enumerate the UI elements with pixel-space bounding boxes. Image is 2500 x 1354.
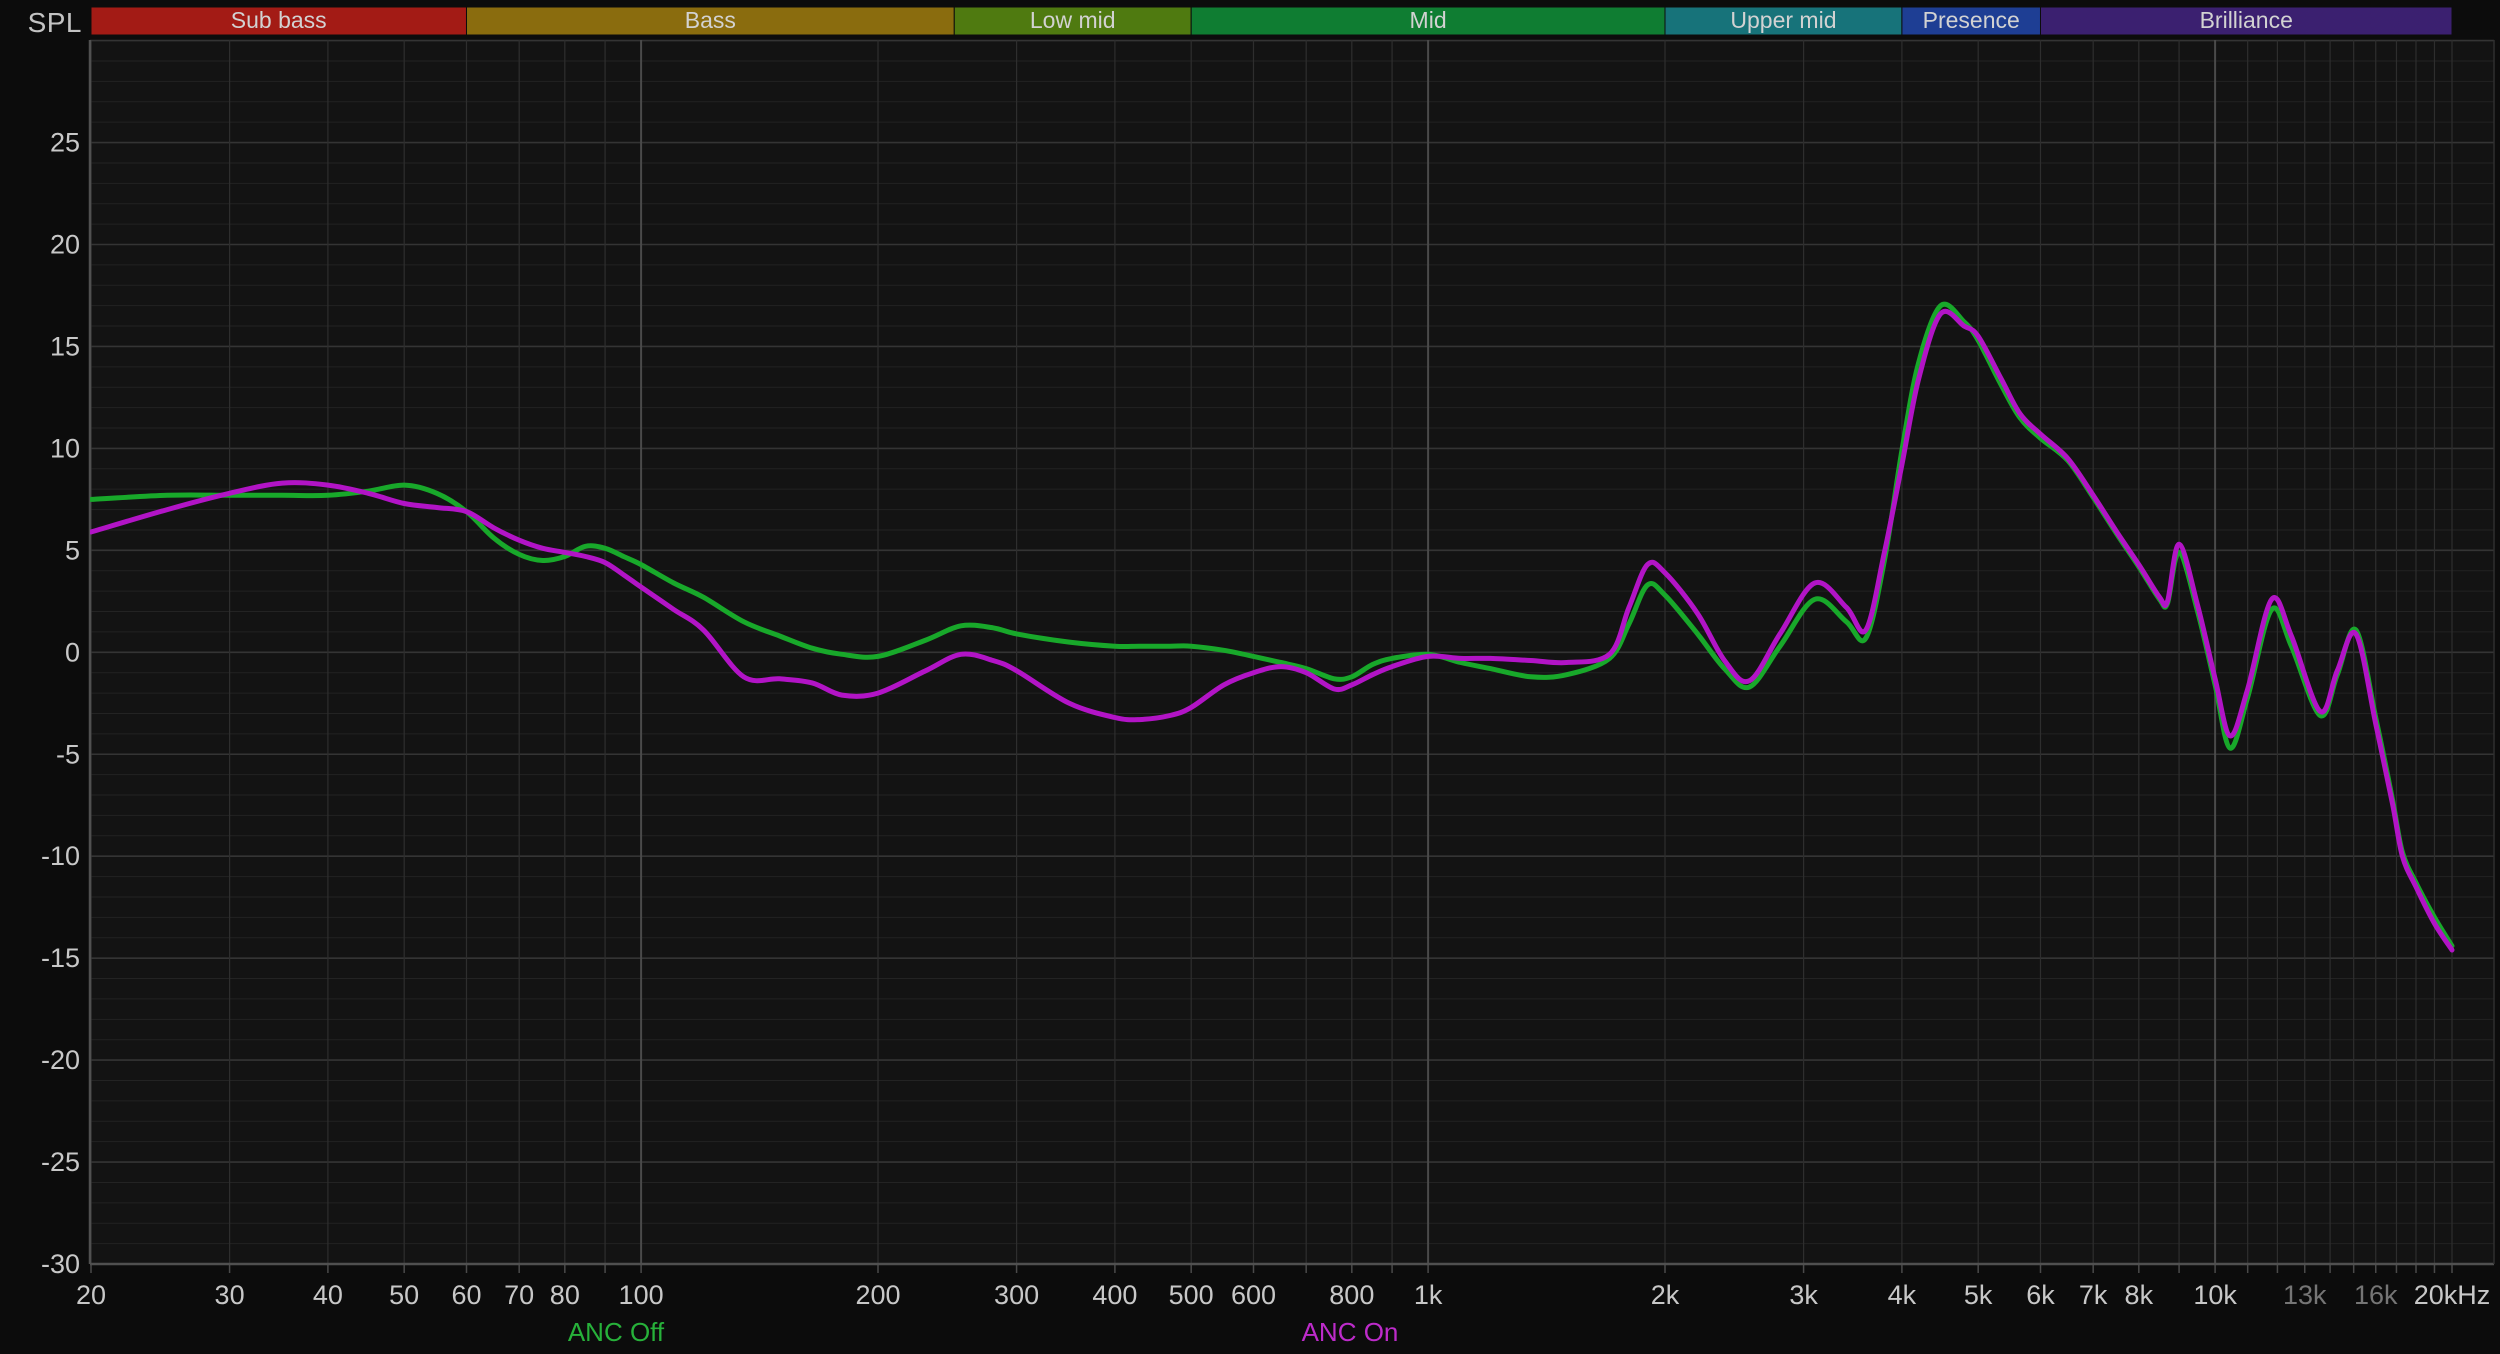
x-tick-label: 600 bbox=[1231, 1280, 1276, 1310]
x-tick-label: 2k bbox=[1651, 1280, 1680, 1310]
x-tick-label: 70 bbox=[504, 1280, 534, 1310]
y-tick-label: 0 bbox=[65, 637, 80, 667]
spectrum-band-label: Low mid bbox=[1030, 7, 1116, 33]
spectrum-band-label: Upper mid bbox=[1730, 7, 1836, 33]
y-tick-label: -30 bbox=[41, 1249, 80, 1279]
x-tick-label: 40 bbox=[313, 1280, 343, 1310]
y-tick-label: -5 bbox=[56, 739, 80, 769]
x-tick-label: 3k bbox=[1789, 1280, 1818, 1310]
x-tick-label: 200 bbox=[855, 1280, 900, 1310]
x-tick-label: 6k bbox=[2026, 1280, 2055, 1310]
x-tick-label: 400 bbox=[1092, 1280, 1137, 1310]
x-tick-label: 10k bbox=[2193, 1280, 2237, 1310]
chart-canvas: Sub bass Bass Low mid Mid Upper mid Presence B… bbox=[0, 0, 2500, 1354]
x-tick-label: 20kHz bbox=[2414, 1280, 2491, 1310]
x-tick-label: 20 bbox=[76, 1280, 106, 1310]
spl-axis-title: SPL bbox=[0, 7, 82, 39]
x-tick-label: 13k bbox=[2283, 1280, 2327, 1310]
x-tick-label: 80 bbox=[550, 1280, 580, 1310]
spectrum-band-label: Sub bass bbox=[231, 7, 327, 33]
x-tick-label: 5k bbox=[1964, 1280, 1993, 1310]
y-tick-label: -25 bbox=[41, 1147, 80, 1177]
x-tick-label: 30 bbox=[215, 1280, 245, 1310]
spectrum-band-label: Mid bbox=[1410, 7, 1447, 33]
x-tick-label: 1k bbox=[1414, 1280, 1443, 1310]
x-tick-label: 8k bbox=[2125, 1280, 2154, 1310]
x-tick-label: 16k bbox=[2354, 1280, 2398, 1310]
y-tick-label: -15 bbox=[41, 943, 80, 973]
x-tick-label: 100 bbox=[619, 1280, 664, 1310]
x-tick-label: 50 bbox=[389, 1280, 419, 1310]
x-tick-label: 800 bbox=[1329, 1280, 1374, 1310]
legend-anc-off: ANC Off bbox=[568, 1317, 664, 1348]
y-tick-label: -20 bbox=[41, 1045, 80, 1075]
x-tick-label: 500 bbox=[1169, 1280, 1214, 1310]
y-tick-label: 15 bbox=[50, 331, 80, 361]
x-tick-label: 300 bbox=[994, 1280, 1039, 1310]
x-tick-label: 60 bbox=[451, 1280, 481, 1310]
spectrum-band-label: Brilliance bbox=[2200, 7, 2293, 33]
y-tick-label: 20 bbox=[50, 230, 80, 260]
y-tick-label: 25 bbox=[50, 128, 80, 158]
spectrum-band-label: Bass bbox=[685, 7, 736, 33]
spectrum-band-label: Presence bbox=[1923, 7, 2020, 33]
x-tick-label: 7k bbox=[2079, 1280, 2108, 1310]
legend-anc-on: ANC On bbox=[1302, 1317, 1399, 1348]
frequency-response-chart: Sub bass Bass Low mid Mid Upper mid Presence B… bbox=[0, 0, 2500, 1354]
x-tick-label: 4k bbox=[1888, 1280, 1917, 1310]
y-tick-label: 5 bbox=[65, 535, 80, 565]
y-tick-label: 10 bbox=[50, 433, 80, 463]
y-tick-label: -10 bbox=[41, 841, 80, 871]
